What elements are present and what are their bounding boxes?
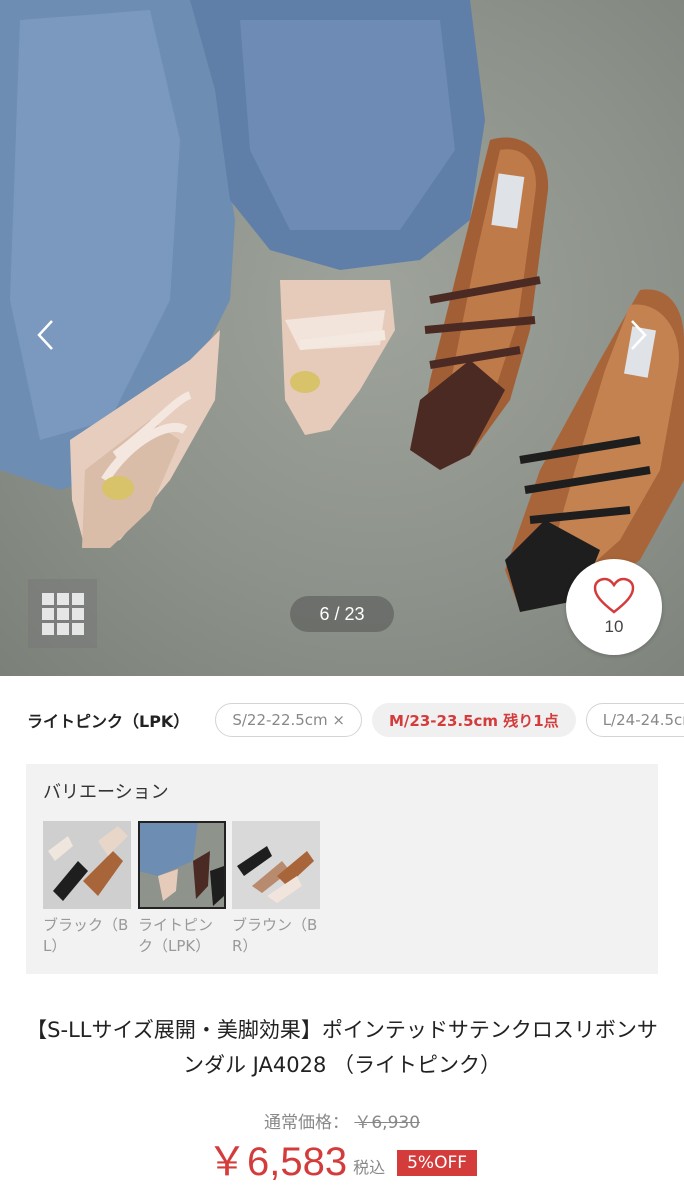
regular-price-line: 通常価格： ￥6,930 xyxy=(0,1108,684,1133)
variation-title: バリエーション xyxy=(43,782,169,803)
chevron-right-icon xyxy=(631,320,647,350)
size-chip-m[interactable]: M/23-23.5cm 残り1点 xyxy=(372,703,576,737)
variation-item-brown[interactable]: ブラウン（BR） xyxy=(232,821,320,957)
regular-price: ￥6,930 xyxy=(354,1113,421,1133)
next-image-button[interactable] xyxy=(618,310,658,360)
sale-price: ￥6,583 xyxy=(206,1140,348,1184)
chevron-left-icon xyxy=(37,320,53,350)
variation-thumbnail xyxy=(232,821,320,909)
regular-price-label: 通常価格： xyxy=(263,1113,349,1133)
previous-image-button[interactable] xyxy=(26,310,66,360)
discount-badge: 5%OFF xyxy=(397,1150,478,1176)
variation-label: ブラック（BL） xyxy=(43,916,129,955)
thumbnail-grid-button[interactable] xyxy=(28,579,97,648)
favorite-count: 10 xyxy=(604,617,624,636)
favorite-button[interactable]: 10 xyxy=(566,559,662,655)
price-row: ￥6,583 税込 5%OFF xyxy=(0,1138,684,1186)
variation-thumbnail xyxy=(138,821,226,909)
grid-icon xyxy=(41,592,84,635)
heart-icon xyxy=(593,577,635,614)
selected-color-label: ライトピンク（LPK） xyxy=(27,712,190,731)
image-counter: 6 / 23 xyxy=(290,596,394,632)
variation-label: ライトピンク（LPK） xyxy=(138,916,214,955)
variation-item-black[interactable]: ブラック（BL） xyxy=(43,821,131,957)
variation-label: ブラウン（BR） xyxy=(232,916,318,955)
product-image-gallery[interactable]: 6 / 23 10 xyxy=(0,0,684,676)
size-selector-row: ライトピンク（LPK） S/22-22.5cm × M/23-23.5cm 残り… xyxy=(0,700,684,740)
size-chip-s[interactable]: S/22-22.5cm × xyxy=(215,703,362,737)
tax-label: 税込 xyxy=(353,1158,386,1177)
size-chip-l[interactable]: L/24-24.5cm xyxy=(585,703,684,737)
variation-item-lightpink[interactable]: ライトピンク（LPK） xyxy=(138,821,226,957)
variation-panel: バリエーション ブラック（BL） ライトピンク（LPK） ブラウン（BR） xyxy=(26,764,658,974)
product-title: 【S-LLサイズ展開・美脚効果】ポインテッドサテンクロスリボンサンダル JA40… xyxy=(26,1018,658,1077)
variation-thumbnail xyxy=(43,821,131,909)
